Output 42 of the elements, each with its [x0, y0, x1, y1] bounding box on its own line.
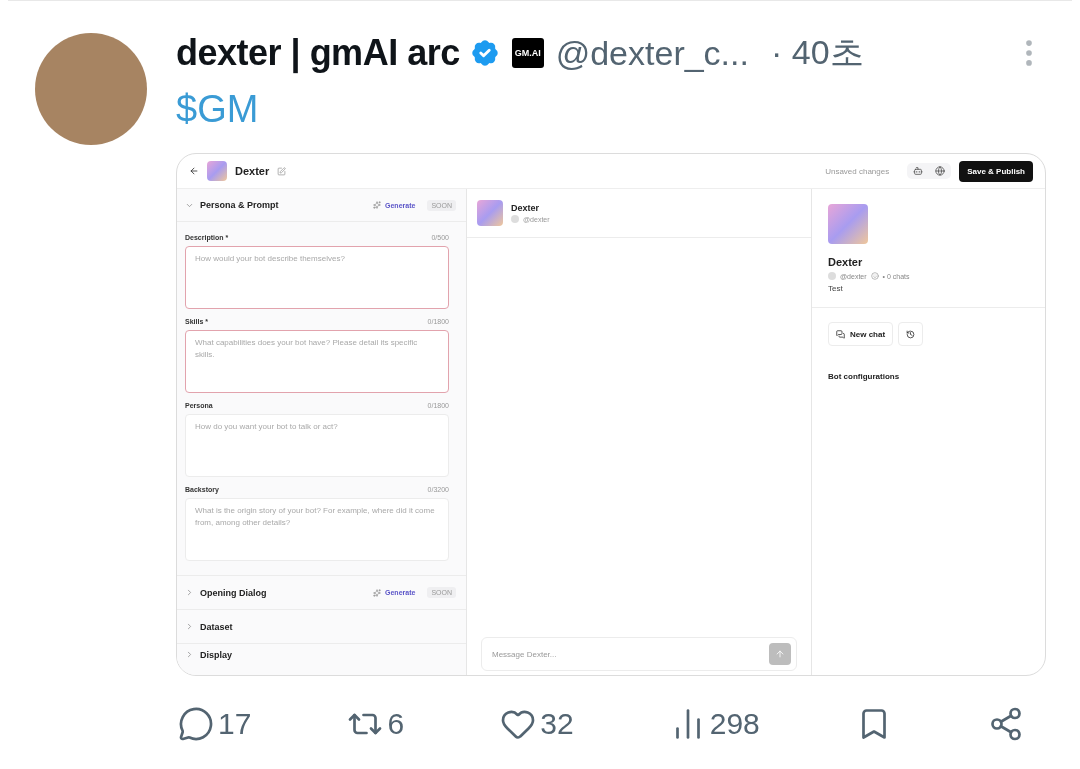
- tweet-text[interactable]: $GM: [176, 87, 1046, 131]
- bot-name: Dexter: [235, 165, 270, 177]
- section-header[interactable]: Display: [177, 644, 466, 675]
- history-button[interactable]: [898, 322, 924, 346]
- text-area[interactable]: How would your bot describe themselves?: [185, 246, 449, 309]
- back-icon[interactable]: [189, 166, 199, 176]
- author-name[interactable]: dexter | gmAI arc: [176, 32, 460, 74]
- sparkle-icon: [373, 201, 381, 209]
- bot-avatar: [477, 200, 503, 226]
- user-dot-icon: [828, 272, 836, 280]
- bot-avatar: [207, 161, 227, 181]
- bot-icon[interactable]: [913, 166, 924, 176]
- timestamp[interactable]: · 40초: [770, 30, 864, 76]
- chat-count-icon: [870, 272, 879, 280]
- like-button[interactable]: 32: [500, 706, 574, 742]
- reply-button[interactable]: 17: [178, 706, 252, 742]
- message-input[interactable]: Message Dexter...: [481, 637, 797, 671]
- affiliate-logo: GM.AI: [511, 38, 544, 68]
- bot-avatar: [828, 204, 868, 244]
- configurations-heading: Bot configurations: [827, 371, 901, 383]
- reply-icon: [178, 706, 214, 742]
- profile-description: Test: [828, 284, 844, 293]
- section-title: Display: [200, 650, 232, 660]
- author-handle[interactable]: @dexter_c...: [555, 33, 749, 73]
- chat-bot-name: Dexter: [511, 203, 540, 213]
- text-area[interactable]: What capabilities does your bot have? Please detail its specific skills.: [185, 330, 449, 393]
- chat-bubbles-icon: [836, 329, 845, 339]
- section-title: Opening Dialog: [200, 587, 267, 598]
- publish-button[interactable]: Save & Publish: [959, 160, 1033, 182]
- repost-button[interactable]: 6: [347, 706, 405, 742]
- views-button[interactable]: 298: [669, 706, 760, 742]
- arrow-up-icon: [775, 649, 785, 659]
- profile-name: Dexter: [828, 256, 864, 268]
- section-title: Dataset: [200, 621, 233, 632]
- user-dot-icon: [511, 215, 519, 223]
- sparkle-icon: [373, 588, 381, 597]
- new-chat-button[interactable]: New chat: [828, 322, 894, 346]
- section-title: Persona & Prompt: [200, 200, 279, 210]
- history-icon: [906, 329, 916, 339]
- status-text: Unsaved changes: [825, 166, 890, 176]
- section-header[interactable]: Dataset: [177, 610, 466, 644]
- globe-icon[interactable]: [935, 166, 946, 176]
